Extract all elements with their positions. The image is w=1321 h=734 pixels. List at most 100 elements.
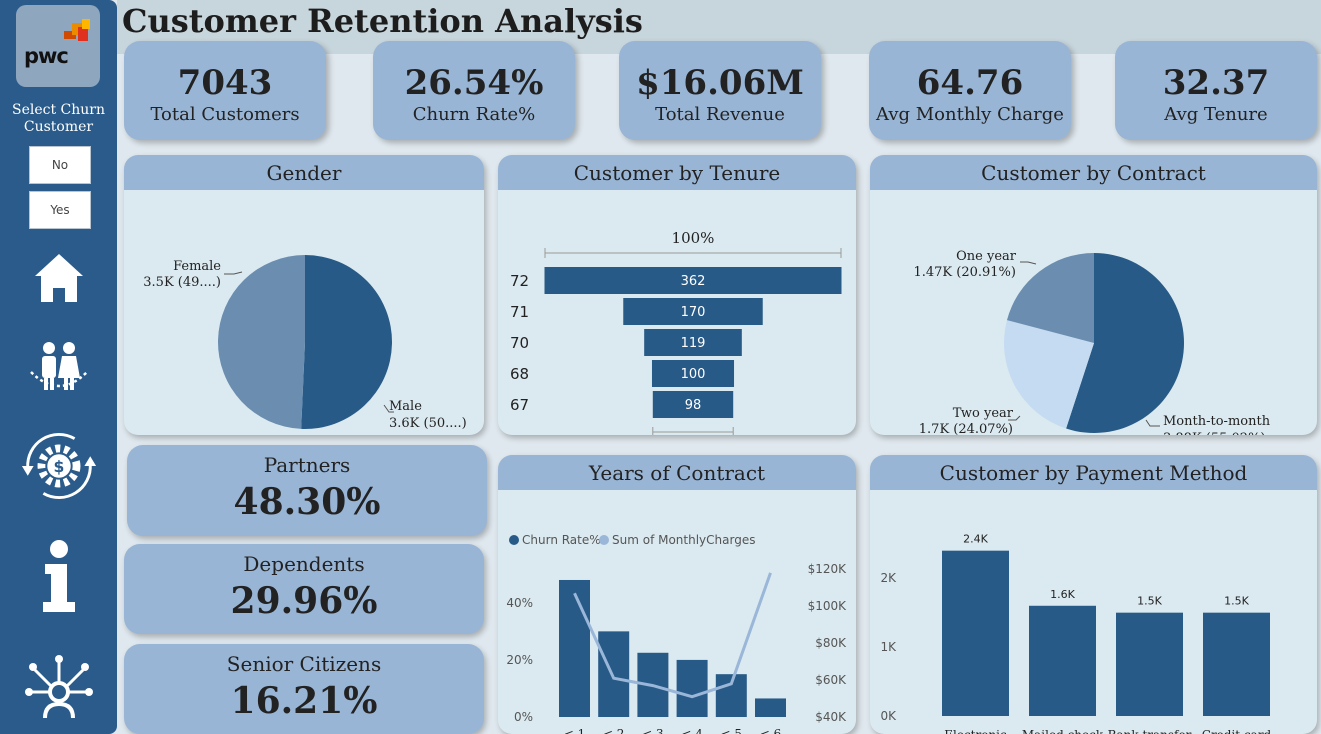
payment-bar (1116, 612, 1183, 716)
info-icon[interactable] (18, 540, 100, 614)
x-tick-label: < 5 (721, 727, 743, 734)
card-value: 16.21% (230, 680, 378, 722)
payment-chart: 2K1K0K2.4KElectroniccheck1.6KMailed chec… (880, 533, 1272, 734)
churn-bar (559, 579, 590, 717)
churn-bar (598, 631, 630, 717)
funnel-bar-label: 100 (681, 367, 706, 382)
card-value: 48.30% (233, 481, 381, 523)
x-tick-label: < 2 (603, 727, 625, 734)
data-label: Month-to-month (1163, 414, 1271, 429)
kpi-label: Avg Tenure (1164, 104, 1268, 125)
x-tick-label: Electronic (944, 728, 1007, 734)
y-tick-label: 40% (506, 596, 533, 610)
dependents-card: Dependents 29.96% (124, 544, 484, 634)
revenue-cycle-icon[interactable]: $ (18, 430, 100, 502)
kpi-label: Avg Monthly Charge (876, 104, 1064, 125)
y-tick-label: 0K (880, 709, 897, 723)
y2-tick-label: $60K (815, 673, 847, 687)
x-tick-label: < 3 (642, 727, 664, 734)
funnel-bar-label: 170 (681, 305, 706, 320)
data-label: 1.47K (20.91%) (913, 265, 1016, 280)
kpi-value: 32.37 (1162, 63, 1270, 103)
card-label: Senior Citizens (226, 652, 382, 676)
kpi-avg-monthly-charge: 64.76 Avg Monthly Charge (869, 41, 1071, 140)
card-label: Dependents (243, 552, 365, 576)
x-tick-label: Credit card (1202, 728, 1272, 734)
gender-panel: Gender Male 3.6K (50....) Female 3.5K (49..… (124, 155, 484, 435)
kpi-value: 64.76 (916, 63, 1024, 103)
tenure-chart: 100%36272170711197010068986727.1% (510, 229, 842, 435)
pie-slice-male (301, 255, 393, 429)
y-tick-label: 20% (506, 653, 533, 667)
select-label-line1: Select Churn (11, 102, 105, 118)
y2-tick-label: $40K (815, 710, 847, 724)
kpi-value: 26.54% (404, 63, 544, 103)
tenure-panel: Customer by Tenure 100% 362 72 170 71 119 70 10… (498, 155, 856, 435)
page-title: Customer Retention Analysis (122, 2, 643, 40)
legend-marker (599, 535, 609, 545)
kpi-label: Churn Rate% (412, 104, 536, 125)
bar-data-label: 1.6K (1050, 588, 1075, 601)
leader-line (224, 271, 243, 275)
kpi-value: 7043 (177, 63, 273, 103)
svg-text:$: $ (54, 458, 65, 476)
payment-bar (942, 550, 1009, 716)
logo-text: pwc (24, 44, 69, 68)
data-label: Male (389, 399, 422, 414)
years-chart: Churn Rate% Sum of MonthlyCharges 40% 20% 0%… (506, 533, 848, 734)
pie-slice-female (218, 255, 305, 429)
y2-tick-label: $100K (808, 599, 848, 613)
gender-chart: Male 3.6K (50....) Female3.5K (49....) (143, 255, 467, 431)
home-icon[interactable] (18, 250, 100, 306)
funnel-category: 67 (510, 396, 529, 414)
funnel-bar-label: 362 (681, 274, 706, 289)
kpi-label: Total Revenue (655, 104, 785, 125)
kpi-total-customers: 7043 Total Customers (124, 41, 326, 140)
x-tick-label: < 1 (564, 727, 586, 734)
funnel-top-label: 100% (672, 229, 715, 247)
funnel-category: 71 (510, 303, 529, 321)
kpi-label: Total Customers (150, 104, 300, 125)
contract-panel: Customer by Contract Month-to-month 3.88K… (870, 155, 1317, 435)
y-tick-label: 1K (880, 640, 897, 654)
select-churn-label: Select Churn Customer (0, 102, 117, 136)
legend-label: Sum of MonthlyCharges (612, 533, 755, 547)
slicer-no-button[interactable]: No (29, 146, 91, 184)
legend-marker (509, 535, 519, 545)
x-tick-label: < 4 (681, 727, 703, 734)
x-tick-label: Bank transfer (1108, 728, 1192, 734)
panel-title: Gender (124, 155, 484, 190)
panel-title: Years of Contract (498, 455, 856, 490)
kpi-total-revenue: $16.06M Total Revenue (619, 41, 821, 140)
payment-bar (1203, 612, 1270, 716)
data-label: Two year (953, 406, 1014, 421)
x-tick-label: < 6 (760, 727, 782, 734)
data-label: Female (173, 259, 221, 274)
funnel-category: 68 (510, 365, 529, 383)
partners-card: Partners 48.30% (127, 445, 487, 536)
network-user-icon[interactable] (18, 652, 100, 724)
y2-tick-label: $80K (815, 636, 847, 650)
data-label: 3.6K (50....) (389, 416, 467, 431)
x-tick-label: Mailed check (1022, 728, 1104, 734)
kpi-value: $16.06M (636, 63, 804, 103)
churn-bar (676, 659, 708, 717)
funnel-bar-label: 119 (681, 336, 706, 351)
card-label: Partners (263, 453, 351, 477)
bar-data-label: 2.4K (963, 533, 988, 546)
kpi-churn-rate: 26.54% Churn Rate% (373, 41, 575, 140)
years-contract-panel: Years of Contract Churn Rate% Sum of Mont… (498, 455, 856, 734)
select-label-line2: Customer (23, 119, 94, 135)
payment-bar (1029, 605, 1096, 716)
slicer-yes-button[interactable]: Yes (29, 191, 91, 229)
kpi-avg-tenure: 32.37 Avg Tenure (1115, 41, 1317, 140)
churn-bar (755, 698, 786, 717)
bar-data-label: 1.5K (1137, 595, 1162, 608)
y-tick-label: 2K (880, 571, 897, 585)
payment-panel: Customer by Payment Method 2K 1K 0K 2.4K Ele… (870, 455, 1317, 734)
data-label: 3.88K (55.02%) (1163, 431, 1266, 435)
y2-tick-label: $120K (808, 562, 848, 576)
panel-title: Customer by Payment Method (870, 455, 1317, 490)
customers-icon[interactable] (18, 338, 100, 400)
panel-title: Customer by Contract (870, 155, 1317, 190)
